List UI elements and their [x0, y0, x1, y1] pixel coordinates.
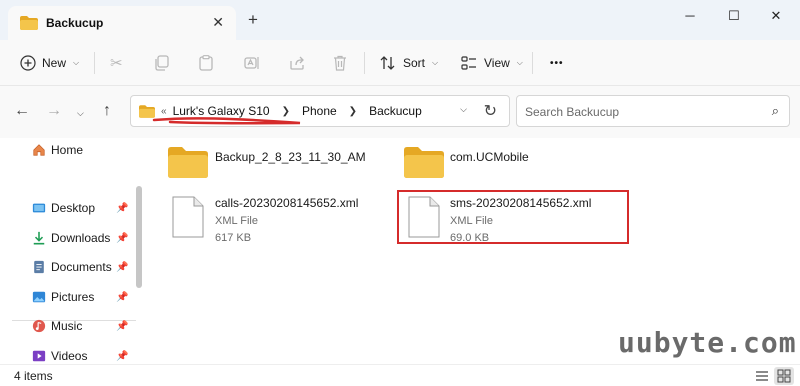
details-view-icon[interactable] — [752, 367, 772, 385]
document-icon[interactable] — [172, 196, 204, 238]
status-bar: 4 items — [0, 364, 800, 386]
search-icon: ⌕ — [771, 103, 779, 118]
pin-icon[interactable]: 📌 — [116, 233, 128, 244]
new-label: New — [42, 56, 67, 70]
sidebar-item-documents[interactable]: Documents — [32, 257, 112, 277]
music-icon — [32, 319, 46, 333]
close-tab-icon[interactable]: ✕ — [212, 14, 224, 31]
chevron-down-icon: ⌵ — [432, 58, 439, 67]
home-icon — [33, 144, 45, 156]
refresh-icon[interactable]: ↻ — [484, 101, 497, 121]
plus-circle-icon — [20, 55, 36, 71]
maximize-button[interactable]: ☐ — [720, 6, 748, 26]
pin-icon[interactable]: 📌 — [116, 262, 128, 273]
breadcrumb-backucup[interactable]: Backucup — [369, 104, 422, 118]
sidebar-item-pictures[interactable]: Pictures — [32, 287, 94, 307]
file-item-size: 617 KB — [215, 232, 252, 244]
sidebar-item-label: Music — [51, 319, 83, 333]
pin-icon[interactable]: 📌 — [116, 321, 128, 332]
sidebar-item-downloads[interactable]: Downloads — [32, 228, 110, 248]
cut-icon[interactable]: ✂ — [110, 52, 123, 74]
copy-icon[interactable] — [155, 52, 169, 74]
downloads-icon — [33, 231, 45, 245]
documents-icon — [34, 260, 44, 274]
forward-arrow-icon[interactable]: → — [46, 102, 62, 120]
navigation-pane: Home Desktop 📌 Downloads 📌 Documents 📌 P… — [0, 138, 150, 364]
desktop-icon — [32, 203, 46, 213]
pin-icon[interactable]: 📌 — [116, 351, 128, 362]
file-item-name[interactable]: calls-20230208145652.xml — [215, 196, 358, 210]
toolbar-divider — [94, 52, 95, 74]
new-tab-button[interactable]: + — [248, 10, 258, 30]
item-count: 4 items — [14, 369, 53, 383]
tiles-view-icon[interactable] — [774, 367, 794, 385]
file-item-name[interactable]: Backup_2_8_23_11_30_AM — [215, 150, 366, 164]
title-bar: Backucup ✕ + ─ ☐ ✕ — [0, 0, 800, 40]
tab-backucup[interactable]: Backucup ✕ — [8, 6, 236, 40]
sidebar-item-videos[interactable]: Videos — [32, 346, 87, 366]
sort-button[interactable]: Sort ⌵ — [380, 52, 438, 74]
share-icon[interactable] — [289, 52, 305, 74]
toolbar-divider — [364, 52, 365, 74]
chevron-down-icon: ⌵ — [73, 58, 80, 67]
annotation-underline — [152, 117, 301, 125]
new-button[interactable]: New ⌵ — [20, 52, 79, 74]
folder-icon — [20, 16, 38, 30]
sidebar-item-label: Downloads — [51, 231, 111, 245]
view-icon — [461, 56, 476, 70]
sidebar-item-label: Desktop — [51, 201, 96, 215]
back-arrow-icon[interactable]: ← — [14, 102, 30, 120]
tab-title: Backucup — [46, 16, 104, 30]
folder-icon[interactable] — [168, 146, 208, 178]
recent-locations-chevron-icon[interactable]: ⌵ — [77, 104, 84, 122]
sort-icon — [380, 56, 395, 70]
sidebar-item-music[interactable]: Music — [32, 316, 82, 336]
toolbar-divider — [532, 52, 533, 74]
watermark: uubyte.com — [618, 326, 797, 359]
videos-icon — [32, 350, 46, 362]
sidebar-item-label: Pictures — [51, 290, 95, 304]
pin-icon[interactable]: 📌 — [116, 203, 128, 214]
pictures-icon — [32, 291, 46, 303]
minimize-button[interactable]: ─ — [676, 6, 704, 26]
sidebar-item-label: Documents — [51, 260, 112, 274]
pin-icon[interactable]: 📌 — [116, 292, 128, 303]
sidebar-item-label: Home — [51, 143, 84, 157]
chevron-down-icon: ⌵ — [516, 58, 523, 67]
up-arrow-icon[interactable]: ↑ — [103, 102, 111, 120]
rename-icon[interactable] — [244, 52, 260, 74]
search-box[interactable]: Search Backucup ⌕ — [516, 95, 790, 127]
sidebar-item-label: Videos — [51, 349, 88, 363]
search-input[interactable]: Search Backucup — [525, 105, 619, 119]
view-label: View — [484, 56, 510, 70]
chevron-down-icon[interactable]: ⌵ — [460, 104, 467, 115]
command-bar: New ⌵ ✂ Sort ⌵ View ⌵ ••• — [0, 40, 800, 86]
sidebar-item-home[interactable]: Home — [32, 140, 83, 160]
file-item-type: XML File — [215, 215, 258, 227]
sidebar-item-desktop[interactable]: Desktop — [32, 198, 95, 218]
more-options-icon[interactable]: ••• — [550, 52, 564, 74]
folder-icon[interactable] — [404, 146, 444, 178]
sort-label: Sort — [403, 56, 426, 70]
file-item-name[interactable]: com.UCMobile — [450, 150, 529, 164]
delete-icon[interactable] — [333, 52, 347, 74]
highlight-box — [397, 190, 629, 244]
paste-icon[interactable] — [199, 52, 213, 74]
view-button[interactable]: View ⌵ — [461, 52, 523, 74]
chevron-right-icon[interactable]: ❯ — [349, 106, 357, 117]
close-window-button[interactable]: ✕ — [762, 6, 790, 26]
sidebar-scrollbar[interactable] — [136, 186, 142, 288]
